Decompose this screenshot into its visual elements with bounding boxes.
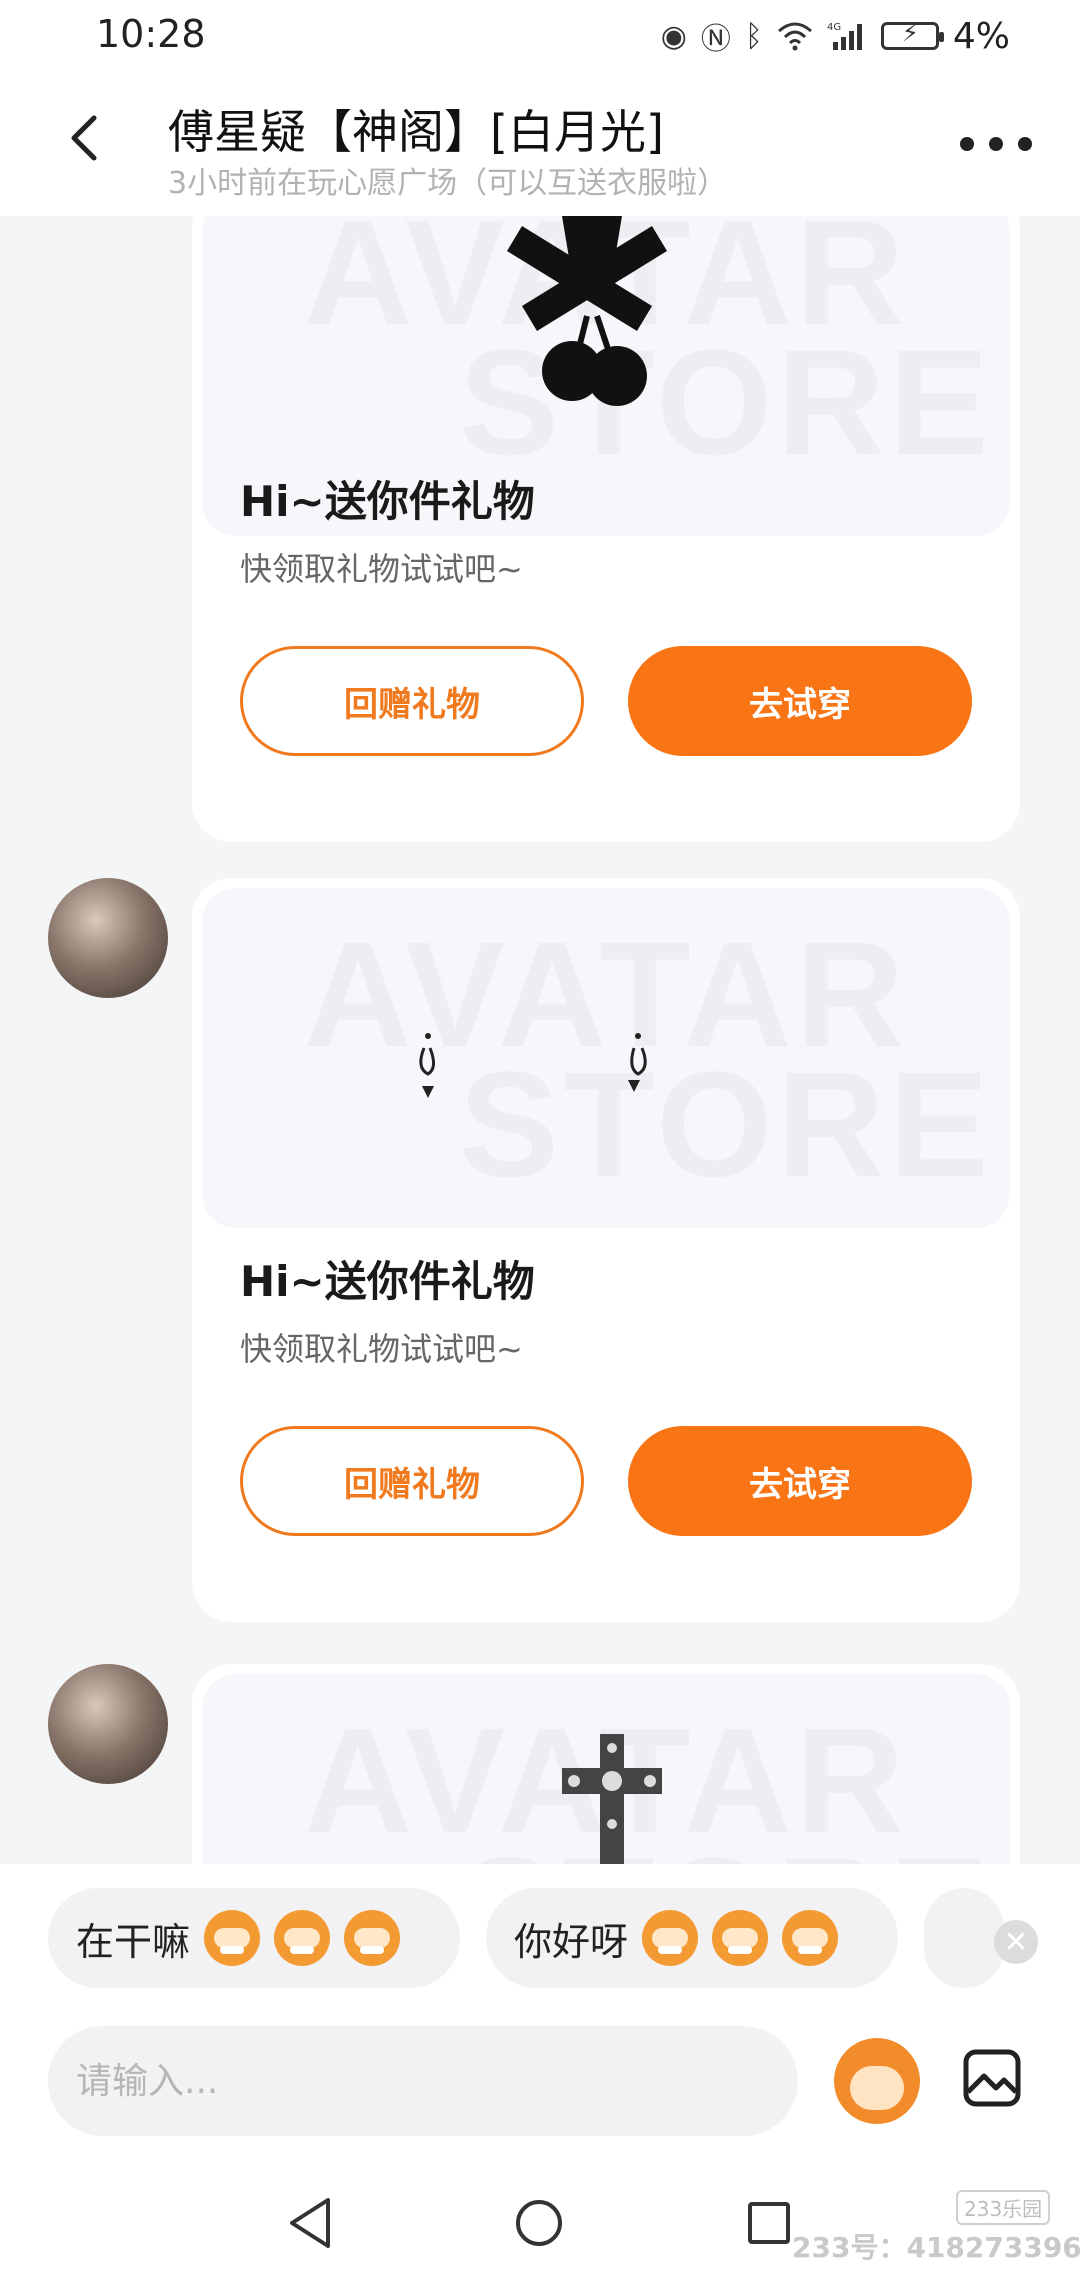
earrings-icon — [419, 1033, 647, 1098]
gift-preview[interactable]: AVATAR STORE — [202, 888, 1010, 1228]
cherry-hair-clip-icon — [507, 216, 667, 406]
signal-icon: 4G — [827, 22, 862, 50]
quick-reply-pill[interactable]: 你好呀 — [486, 1888, 898, 1988]
grin-emoji-icon — [274, 1910, 331, 1966]
battery-percent: 4% — [952, 15, 1010, 57]
try-on-button[interactable]: 去试穿 — [628, 1426, 972, 1536]
emoji-mascot-icon[interactable] — [834, 2038, 920, 2124]
nfc-icon: Ⓝ — [700, 22, 731, 57]
app-watermark-text: 233号：418273396 — [792, 2231, 1080, 2264]
try-on-button[interactable]: 去试穿 — [628, 646, 972, 756]
nav-back-icon[interactable] — [286, 2196, 336, 2250]
sender-avatar[interactable] — [48, 1664, 168, 1784]
quick-replies-bar: 在干嘛 你好呀 ✕ — [0, 1864, 1080, 2016]
quick-reply-text: 在干嘛 — [76, 1919, 191, 1964]
bluetooth-icon: ᛒ — [744, 18, 763, 54]
gift-card-subtitle: 快领取礼物试试吧~ — [240, 550, 523, 588]
gift-card-title: Hi~送你件礼物 — [240, 1257, 535, 1306]
message-list[interactable]: AVATAR STORE Hi~送你件礼物 快领取礼物试试吧~ 回赠礼物 去试穿… — [0, 216, 1080, 1864]
image-picker-icon[interactable] — [962, 2048, 1022, 2108]
grin-emoji-icon — [344, 1910, 401, 1966]
status-bar: 10:28 ◉ Ⓝ ᛒ 4G ⚡ 4% — [0, 0, 1080, 72]
chat-header: 傅星疑【神阁】[白月光] 3小时前在玩心愿广场（可以互送衣服啦） — [0, 72, 1080, 216]
gift-preview[interactable]: AVATAR STORE — [202, 1674, 1010, 1864]
chat-title: 傅星疑【神阁】[白月光] — [168, 105, 664, 159]
message-input-bar — [0, 2016, 1080, 2160]
return-gift-button[interactable]: 回赠礼物 — [240, 1426, 584, 1536]
message-input[interactable] — [48, 2026, 798, 2136]
gift-card: AVATAR STORE Hi~送你件礼物 快领取礼物试试吧~ 回赠礼物 去试穿 — [192, 216, 1020, 842]
nav-recents-icon[interactable] — [748, 2202, 790, 2244]
gift-card: AVATAR STORE — [192, 1664, 1020, 1864]
svg-text:4G: 4G — [827, 22, 841, 33]
sender-avatar[interactable] — [48, 878, 168, 998]
chat-subtitle: 3小时前在玩心愿广场（可以互送衣服啦） — [168, 166, 728, 201]
more-options-icon[interactable] — [960, 132, 1032, 156]
cross-pendant-icon — [562, 1734, 662, 1864]
gift-card-subtitle: 快领取礼物试试吧~ — [240, 1330, 523, 1368]
eye-icon: ◉ — [660, 18, 687, 54]
status-icons: ◉ Ⓝ ᛒ 4G ⚡ 4% — [661, 14, 1010, 58]
status-time: 10:28 — [96, 12, 206, 56]
quick-reply-text: 你好呀 — [514, 1919, 629, 1964]
return-gift-button[interactable]: 回赠礼物 — [240, 646, 584, 756]
gift-card: AVATAR STORE Hi~送你件礼物 快领取礼物试试吧~ 回赠礼物 去试穿 — [192, 878, 1020, 1622]
close-quick-replies-icon[interactable]: ✕ — [994, 1920, 1038, 1964]
quick-reply-pill-partial[interactable] — [924, 1888, 1004, 1988]
smile-emoji-icon — [642, 1910, 699, 1966]
battery-icon: ⚡ — [880, 19, 944, 50]
back-arrow-icon[interactable] — [56, 108, 116, 168]
app-watermark-logo: 233乐园 — [956, 2190, 1051, 2225]
nav-home-icon[interactable] — [516, 2200, 562, 2246]
smile-emoji-icon — [782, 1910, 839, 1966]
grin-emoji-icon — [204, 1910, 261, 1966]
wifi-icon — [777, 22, 812, 51]
quick-reply-pill[interactable]: 在干嘛 — [48, 1888, 460, 1988]
smile-emoji-icon — [712, 1910, 769, 1966]
gift-card-title: Hi~送你件礼物 — [240, 477, 535, 526]
